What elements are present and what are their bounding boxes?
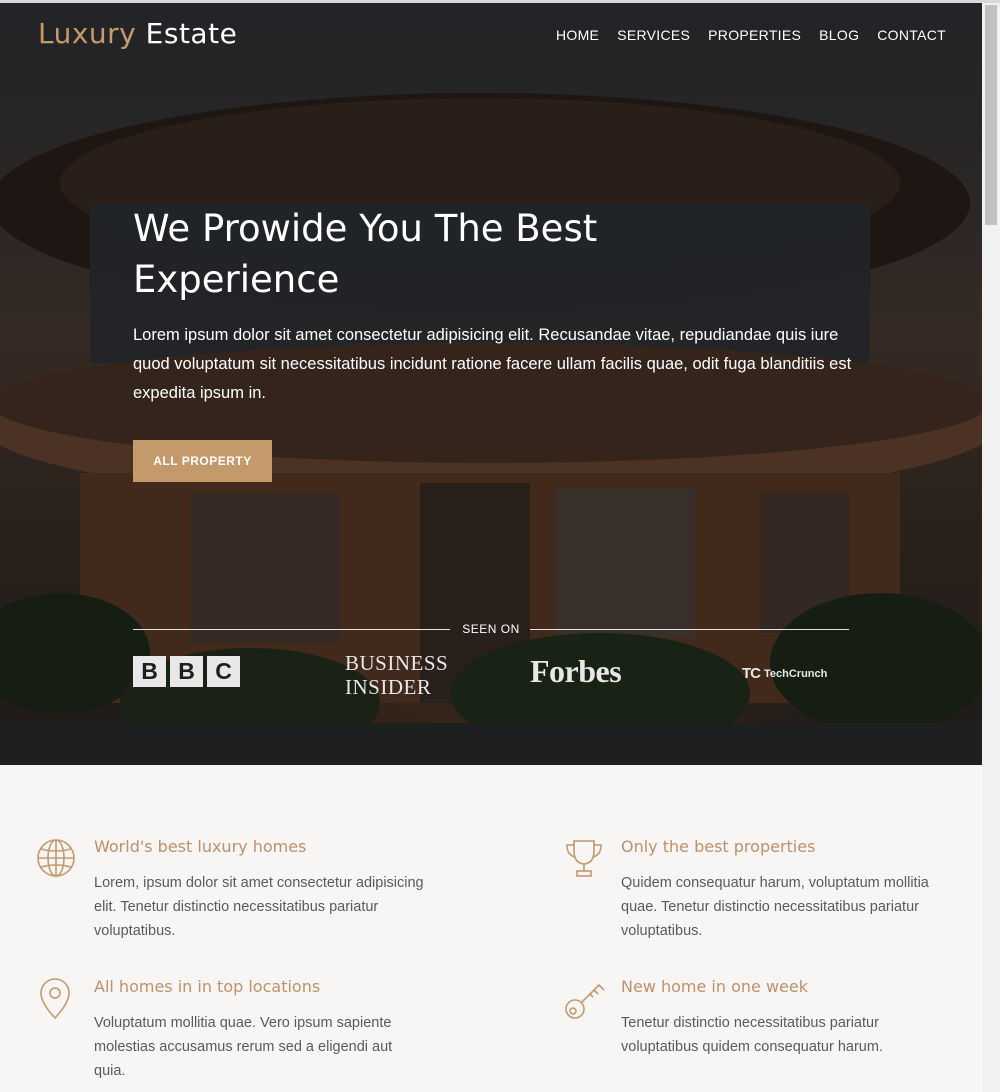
seen-on-line-right xyxy=(530,629,849,630)
trophy-icon xyxy=(566,840,602,877)
bbc-logo: B B C xyxy=(133,656,240,687)
feature-title: All homes in in top locations xyxy=(94,977,321,996)
feature-title: Only the best properties xyxy=(621,837,816,856)
bbc-letter-b1: B xyxy=(133,656,166,687)
business-insider-line1: BUSINESS xyxy=(345,651,449,675)
feature-title: World's best luxury homes xyxy=(94,837,307,856)
location-pin-icon xyxy=(40,978,70,1020)
business-insider-line2: INSIDER xyxy=(345,675,432,699)
nav-properties[interactable]: PROPERTIES xyxy=(708,27,801,43)
bbc-letter-c: C xyxy=(207,656,240,687)
feature-text: Quidem consequatur harum, voluptatum mol… xyxy=(621,875,929,939)
feature-title: New home in one week xyxy=(621,977,808,996)
nav-services[interactable]: SERVICES xyxy=(617,27,690,43)
nav-home[interactable]: HOME xyxy=(556,27,599,43)
feature-text: Voluptatum mollitia quae. Vero ipsum sap… xyxy=(94,1015,393,1079)
globe-icon xyxy=(37,839,75,877)
techcrunch-mark: TC xyxy=(742,665,761,682)
business-insider-logo: BUSINESS INSIDER xyxy=(345,651,448,699)
features-section: World's best luxury homes Lorem, ipsum d… xyxy=(0,765,982,1092)
feature-text: Lorem, ipsum dolor sit amet consectetur … xyxy=(94,875,424,939)
seen-on-line-left xyxy=(133,629,450,630)
all-property-button[interactable]: ALL PROPERTY xyxy=(133,440,272,482)
seen-on-divider: SEEN ON xyxy=(133,621,849,637)
techcrunch-logo: TC TechCrunch xyxy=(742,665,827,682)
feature-text: Tenetur distinctio necessitatibus pariat… xyxy=(621,1015,883,1055)
nav-contact[interactable]: CONTACT xyxy=(877,27,946,43)
forbes-logo: Forbes xyxy=(530,653,622,689)
seen-on-label: SEEN ON xyxy=(462,622,520,636)
techcrunch-name: TechCrunch xyxy=(764,667,828,680)
nav-blog[interactable]: BLOG xyxy=(819,27,859,43)
hero-title: We Prowide You The Best Experience xyxy=(133,207,598,301)
main-nav: HOME SERVICES PROPERTIES BLOG CONTACT xyxy=(556,27,946,43)
site-logo[interactable]: Luxury Estate xyxy=(38,17,237,50)
logo-word-luxury: Luxury xyxy=(38,17,137,50)
bbc-letter-b2: B xyxy=(170,656,203,687)
hero-section: Luxury Estate HOME SERVICES PROPERTIES B… xyxy=(0,3,982,765)
scrollbar-thumb[interactable] xyxy=(985,5,997,225)
hero-description: Lorem ipsum dolor sit amet consectetur a… xyxy=(133,326,852,402)
page-scrollbar[interactable] xyxy=(982,3,1000,1092)
key-icon xyxy=(565,983,605,1019)
logo-word-estate: Estate xyxy=(145,17,238,50)
